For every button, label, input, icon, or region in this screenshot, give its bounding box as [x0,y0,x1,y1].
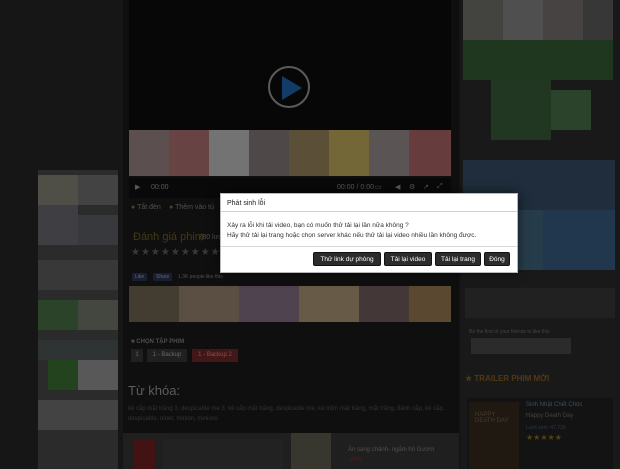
error-dialog: Phát sinh lỗi Xảy ra lỗi khi tải video, … [220,193,518,273]
dialog-message: Xảy ra lỗi khi tải video, bạn có muốn th… [227,221,476,241]
dialog-divider [221,211,517,212]
reload-video-button[interactable]: Tải lại video [384,252,432,266]
dialog-title: Phát sinh lỗi [227,200,266,207]
close-button[interactable]: Đóng [484,252,510,266]
dialog-line-1: Xảy ra lỗi khi tải video, bạn có muốn th… [227,222,409,229]
dialog-footer-divider [221,246,517,247]
reload-page-button[interactable]: Tải lại trang [435,252,481,266]
try-backup-link-button[interactable]: Thử link dự phòng [313,252,381,266]
dialog-line-2: Hãy thử tải lại trang hoặc chọn server k… [227,232,477,239]
